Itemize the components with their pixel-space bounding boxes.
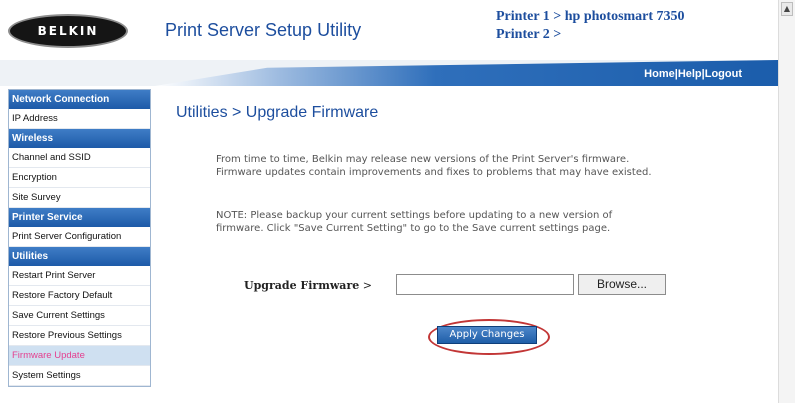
firmware-file-input[interactable] [396,274,574,295]
page-title: Utilities > Upgrade Firmware [176,104,379,121]
printer-info: Printer 1 > hp photosmart 7350 Printer 2… [496,8,685,44]
sidebar-item-firmware-update[interactable]: Firmware Update [9,346,150,366]
sidebar-item-restore-previous-settings[interactable]: Restore Previous Settings [9,326,150,346]
sidebar-item-site-survey[interactable]: Site Survey [9,188,150,208]
top-banner: Home|Help|Logout [0,60,778,86]
sidebar-section-wireless: Wireless [9,129,150,148]
upgrade-firmware-arrow: > [359,279,372,292]
printer-1-label: Printer 1 > hp photosmart 7350 [496,9,685,24]
note-paragraph: NOTE: Please backup your current setting… [216,210,613,234]
help-link[interactable]: Help [678,68,702,80]
sidebar-section-utilities: Utilities [9,247,150,266]
sidebar-section-printer-service: Printer Service [9,208,150,227]
sidebar-item-restore-factory-default[interactable]: Restore Factory Default [9,286,150,306]
upgrade-firmware-label-text: Upgrade Firmware [244,279,360,292]
browse-button[interactable]: Browse... [578,274,666,295]
sidebar-item-ip-address[interactable]: IP Address [9,109,150,129]
app-title: Print Server Setup Utility [165,20,362,40]
browser-page: BELKIN Print Server Setup Utility Printe… [0,0,778,403]
apply-changes-button[interactable]: Apply Changes [437,326,537,344]
logout-link[interactable]: Logout [705,68,742,80]
sidebar-nav: Network Connection IP Address Wireless C… [8,89,151,387]
intro-paragraph: From time to time, Belkin may release ne… [216,154,652,178]
belkin-logo: BELKIN [8,14,128,48]
sidebar-item-print-server-configuration[interactable]: Print Server Configuration [9,227,150,247]
sidebar-section-network-connection: Network Connection [9,90,150,109]
sidebar-item-save-current-settings[interactable]: Save Current Settings [9,306,150,326]
printer-2-label: Printer 2 > [496,27,562,42]
vertical-scrollbar[interactable]: ▲ [778,0,795,403]
sidebar-item-encryption[interactable]: Encryption [9,168,150,188]
sidebar-item-restart-print-server[interactable]: Restart Print Server [9,266,150,286]
top-links: Home|Help|Logout [644,68,742,80]
header: BELKIN Print Server Setup Utility Printe… [0,0,778,60]
home-link[interactable]: Home [644,68,675,80]
sidebar-item-channel-ssid[interactable]: Channel and SSID [9,148,150,168]
scroll-up-arrow-icon[interactable]: ▲ [781,2,793,16]
apply-changes-highlight: Apply Changes [428,319,550,355]
upgrade-firmware-label: Upgrade Firmware > [244,279,372,292]
sidebar-item-system-settings[interactable]: System Settings [9,366,150,386]
